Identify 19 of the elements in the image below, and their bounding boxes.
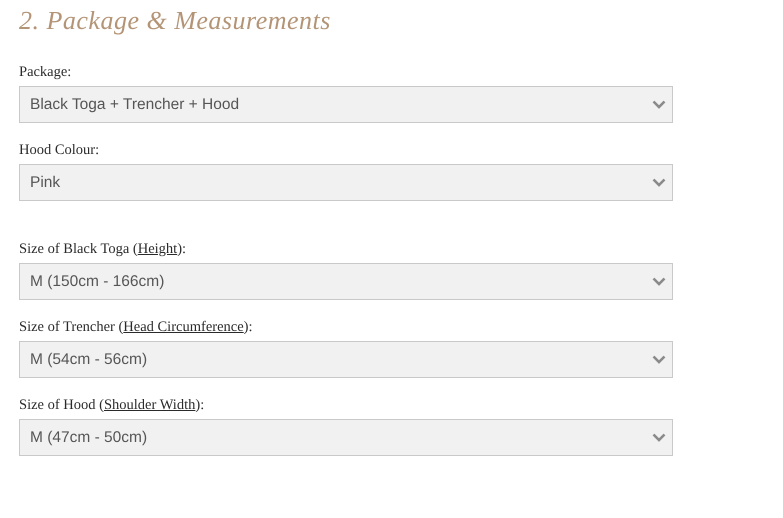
dropdown[interactable]: Pink: [19, 164, 673, 201]
field-label: Package:: [19, 64, 72, 81]
dropdown[interactable]: M (54cm - 56cm): [19, 341, 673, 378]
dropdown[interactable]: M (47cm - 50cm): [19, 419, 673, 456]
field-label: Size of Hood (Shoulder Width):: [19, 397, 204, 414]
chevron-down-icon: [652, 433, 666, 442]
dropdown[interactable]: M (150cm - 166cm): [19, 263, 673, 300]
chevron-down-icon: [652, 355, 666, 364]
help-link[interactable]: Height: [138, 241, 178, 257]
section-heading: 2. Package & Measurements: [19, 5, 332, 37]
field-label: Size of Trencher (Head Circumference):: [19, 319, 253, 336]
field-label: Hood Colour:: [19, 142, 100, 159]
field-label: Size of Black Toga (Height):: [19, 241, 186, 258]
chevron-down-icon: [652, 100, 666, 109]
chevron-down-icon: [652, 178, 666, 187]
help-link[interactable]: Head Circumference: [123, 319, 244, 335]
help-link[interactable]: Shoulder Width: [104, 397, 196, 413]
chevron-down-icon: [652, 277, 666, 286]
dropdown[interactable]: Black Toga + Trencher + Hood: [19, 86, 673, 123]
